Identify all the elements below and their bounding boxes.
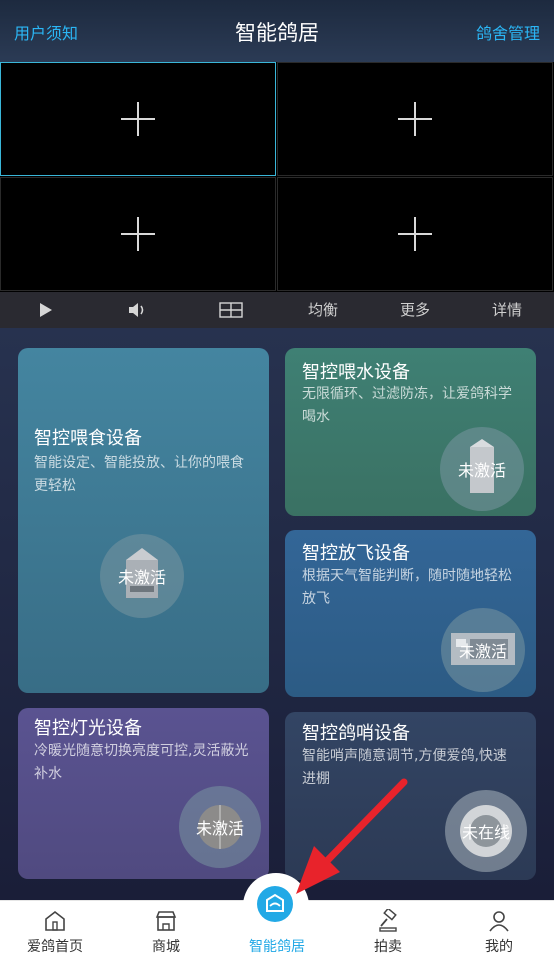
card-title: 智控喂水设备 [302, 362, 410, 383]
status-circle: 未激活 [440, 427, 524, 511]
feeding-device-card[interactable]: 智控喂食设备 智能设定、智能投放、让你的喂食更轻松 未激活 [18, 348, 269, 693]
status-badge: 未激活 [457, 461, 506, 480]
status-badge: 未激活 [117, 568, 166, 587]
status-circle: 未激活 [100, 534, 184, 618]
add-camera-icon[interactable] [398, 102, 432, 136]
top-bar: 用户须知 智能鸽居 鸽舍管理 [0, 0, 554, 62]
page-title: 智能鸽居 [235, 21, 319, 45]
details-button[interactable]: 详情 [482, 292, 532, 328]
card-description: 智能设定、智能投放、让你的喂食更轻松 [34, 455, 244, 494]
tab-label: 智能鸽居 [249, 939, 305, 955]
tab-label: 我的 [485, 939, 513, 955]
card-description: 智能哨声随意调节,方便爱鸽,快速进棚 [302, 748, 507, 787]
video-cell-3[interactable] [0, 177, 276, 291]
store-icon [155, 911, 177, 931]
status-badge: 未激活 [458, 642, 507, 661]
water-device-card[interactable]: 智控喂水设备 无限循环、过滤防冻，让爱鸽科学喝水 未激活 [285, 348, 536, 516]
status-badge: 未激活 [195, 819, 244, 838]
grid-layout-icon [219, 302, 243, 318]
add-camera-icon[interactable] [121, 102, 155, 136]
video-controls: 均衡 更多 详情 [0, 292, 554, 328]
tab-label: 商城 [152, 939, 180, 955]
home-icon [45, 910, 65, 931]
card-description: 无限循环、过滤防冻，让爱鸽科学喝水 [302, 386, 512, 425]
tab-home[interactable]: 爱鸽首页 [0, 901, 110, 956]
layout-button[interactable] [210, 292, 252, 328]
light-device-card[interactable]: 智控灯光设备 冷暖光随意切换亮度可控,灵活蔽光补水 未激活 [18, 708, 269, 879]
add-camera-icon[interactable] [121, 217, 155, 251]
play-icon [40, 303, 52, 317]
card-title: 智控灯光设备 [34, 718, 142, 739]
balance-button[interactable]: 均衡 [298, 292, 348, 328]
card-description: 冷暖光随意切换亮度可控,灵活蔽光补水 [34, 743, 249, 782]
tab-auction[interactable]: 拍卖 [333, 901, 443, 956]
play-button[interactable] [26, 292, 66, 328]
video-grid [0, 62, 554, 292]
volume-icon [129, 303, 144, 317]
video-cell-4[interactable] [277, 177, 553, 291]
status-circle: 未激活 [179, 786, 261, 868]
card-description: 根据天气智能判断，随时随地轻松放飞 [302, 568, 512, 607]
device-card-area: 智控喂食设备 智能设定、智能投放、让你的喂食更轻松 未激活 智控喂水设备 无限循… [0, 328, 554, 900]
tab-label: 拍卖 [374, 939, 402, 955]
add-camera-icon[interactable] [398, 217, 432, 251]
status-circle: 未在线 [445, 790, 527, 872]
loft-management-link[interactable]: 鸽舍管理 [476, 20, 540, 44]
video-cell-1[interactable] [0, 62, 276, 176]
user-icon [489, 911, 509, 932]
card-title: 智控放飞设备 [302, 543, 410, 564]
smart-home-icon [266, 893, 284, 912]
volume-button[interactable] [118, 292, 158, 328]
whistle-device-card[interactable]: 智控鸽哨设备 智能哨声随意调节,方便爱鸽,快速进棚 未在线 [285, 712, 536, 880]
card-title: 智控鸽哨设备 [302, 723, 410, 744]
status-circle: 未激活 [441, 608, 525, 692]
tab-label: 爱鸽首页 [27, 939, 83, 955]
center-button-circle [257, 886, 293, 922]
auction-icon [379, 909, 397, 932]
more-button[interactable]: 更多 [390, 292, 440, 328]
status-badge: 未在线 [461, 823, 510, 842]
smart-home-center-button[interactable] [243, 873, 309, 939]
tab-store[interactable]: 商城 [111, 901, 221, 956]
tab-profile[interactable]: 我的 [444, 901, 554, 956]
card-title: 智控喂食设备 [34, 428, 142, 449]
flight-device-card[interactable]: 智控放飞设备 根据天气智能判断，随时随地轻松放飞 未激活 [285, 530, 536, 697]
video-cell-2[interactable] [277, 62, 553, 176]
